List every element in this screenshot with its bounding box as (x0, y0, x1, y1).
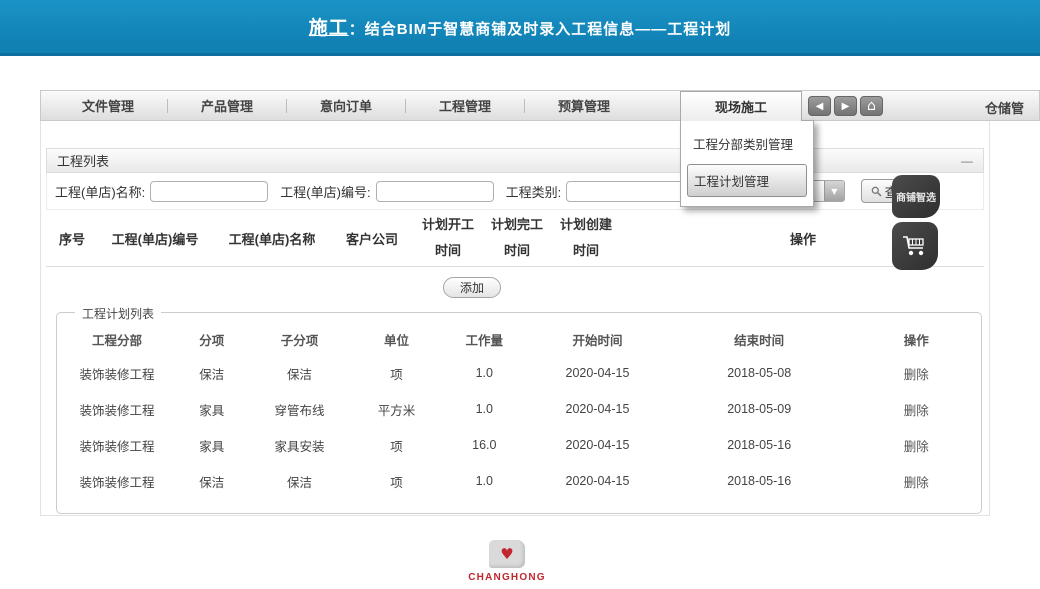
table-row: 装饰装修工程 家具 家具安装 项 16.0 2020-04-15 2018-05… (57, 427, 981, 463)
main-nav: 文件管理 产品管理 意向订单 工程管理 预算管理 (40, 90, 1040, 121)
delete-link[interactable]: 删除 (852, 391, 981, 427)
delete-link[interactable]: 删除 (852, 427, 981, 463)
cell-start-date: 2020-04-15 (528, 391, 667, 427)
project-list-panel-title: 工程列表 (57, 151, 109, 170)
project-filter-bar: 工程(单店)名称: 工程(单店)编号: 工程类别: 是否单店: 请选择 ▼ 查询 (46, 173, 984, 210)
col-header-client-company: 客户公司 (332, 229, 412, 248)
cell-quantity: 1.0 (440, 463, 528, 499)
cell-unit: 项 (353, 355, 441, 391)
col-header-project-name: 工程(单店)名称 (212, 229, 332, 248)
col-header-project-code: 工程(单店)编号 (98, 229, 212, 248)
table-row: 装饰装修工程 保洁 保洁 项 1.0 2020-04-15 2018-05-08… (57, 355, 981, 391)
cell-division: 装饰装修工程 (57, 427, 177, 463)
cell-end-date: 2018-05-09 (667, 391, 852, 427)
plan-col-actions: 操作 (852, 323, 981, 355)
plan-col-division: 工程分部 (57, 323, 177, 355)
nav-scroll-right-icon[interactable]: ▶ (834, 96, 857, 116)
nav-tab-site-construction-active[interactable]: 现场施工 (680, 91, 802, 121)
search-icon (871, 186, 882, 197)
nav-tab-warehouse-mgmt[interactable]: 仓储管 (985, 98, 1024, 117)
cell-start-date: 2020-04-15 (528, 427, 667, 463)
cell-sub-item: 保洁 (246, 463, 352, 499)
cell-item: 家具 (177, 427, 246, 463)
footer-brand: ♥ CHANGHONG (462, 540, 552, 586)
col-header-plan-created: 计划创建 时间 (550, 212, 622, 264)
nav-tab-budget-mgmt[interactable]: 预算管理 (525, 96, 643, 115)
shopping-cart-badge[interactable] (892, 222, 938, 270)
nav-tab-product-mgmt[interactable]: 产品管理 (168, 96, 286, 115)
table-row: 装饰装修工程 家具 穿管布线 平方米 1.0 2020-04-15 2018-0… (57, 391, 981, 427)
nav-tab-project-mgmt[interactable]: 工程管理 (406, 96, 524, 115)
plan-col-end: 结束时间 (667, 323, 852, 355)
cell-end-date: 2018-05-08 (667, 355, 852, 391)
cell-sub-item: 穿管布线 (246, 391, 352, 427)
cell-division: 装饰装修工程 (57, 355, 177, 391)
cell-item: 家具 (177, 391, 246, 427)
menu-item-division-category-mgmt[interactable]: 工程分部类别管理 (687, 126, 807, 164)
cell-unit: 项 (353, 463, 441, 499)
delete-link[interactable]: 删除 (852, 463, 981, 499)
col-header-seq: 序号 (46, 229, 98, 248)
project-list-panel-header: 工程列表 — (46, 148, 984, 173)
table-row: 装饰装修工程 保洁 保洁 项 1.0 2020-04-15 2018-05-16… (57, 463, 981, 499)
cell-quantity: 1.0 (440, 355, 528, 391)
brand-name: CHANGHONG (468, 572, 545, 583)
project-name-label: 工程(单店)名称: (55, 182, 145, 201)
cell-unit: 项 (353, 427, 441, 463)
cell-division: 装饰装修工程 (57, 391, 177, 427)
smart-shop-badge[interactable]: 商铺智选 (892, 175, 940, 218)
col-header-planned-finish: 计划完工 时间 (484, 212, 550, 264)
plan-col-unit: 单位 (353, 323, 441, 355)
page-title-rest: ：结合BIM于智慧商铺及时录入工程信息——工程计划 (349, 21, 732, 38)
cell-start-date: 2020-04-15 (528, 355, 667, 391)
cell-quantity: 1.0 (440, 391, 528, 427)
project-name-input[interactable] (150, 181, 268, 202)
project-category-label: 工程类别: (506, 182, 562, 201)
plan-table-header-row: 工程分部 分项 子分项 单位 工作量 开始时间 结束时间 操作 (57, 323, 981, 355)
cell-division: 装饰装修工程 (57, 463, 177, 499)
project-code-label: 工程(单店)编号: (280, 182, 370, 201)
heart-icon: ♥ (500, 547, 513, 562)
cell-sub-item: 保洁 (246, 355, 352, 391)
nav-tab-file-mgmt[interactable]: 文件管理 (49, 96, 167, 115)
site-construction-dropdown: 工程分部类别管理 工程计划管理 (680, 120, 814, 207)
collapse-panel-icon[interactable]: — (961, 155, 973, 167)
delete-link[interactable]: 删除 (852, 355, 981, 391)
nav-scroll-left-icon[interactable]: ◀ (808, 96, 831, 116)
chevron-down-icon: ▼ (824, 181, 844, 201)
plan-col-item: 分项 (177, 323, 246, 355)
page-title-prefix: 施工 (309, 18, 349, 39)
changhong-logo-icon: ♥ (489, 540, 525, 568)
app-header: 施工：结合BIM于智慧商铺及时录入工程信息——工程计划 (0, 0, 1040, 56)
cell-item: 保洁 (177, 355, 246, 391)
home-icon[interactable]: ⌂ (860, 96, 883, 116)
add-button[interactable]: 添加 (443, 277, 501, 298)
menu-item-plan-mgmt[interactable]: 工程计划管理 (687, 164, 807, 197)
plan-list-section: 工程计划列表 工程分部 分项 子分项 单位 工作量 开始时间 结束时间 操作 装… (56, 312, 982, 514)
cell-start-date: 2020-04-15 (528, 463, 667, 499)
cart-icon (901, 233, 929, 259)
plan-col-quantity: 工作量 (440, 323, 528, 355)
cell-item: 保洁 (177, 463, 246, 499)
cell-end-date: 2018-05-16 (667, 427, 852, 463)
project-category-input[interactable] (566, 181, 684, 202)
page-title: 施工：结合BIM于智慧商铺及时录入工程信息——工程计划 (309, 13, 732, 40)
project-table-header: 序号 工程(单店)编号 工程(单店)名称 客户公司 计划开工 时间 计划完工 时… (46, 210, 984, 267)
cell-sub-item: 家具安装 (246, 427, 352, 463)
cell-unit: 平方米 (353, 391, 441, 427)
cell-end-date: 2018-05-16 (667, 463, 852, 499)
nav-tab-intent-orders[interactable]: 意向订单 (287, 96, 405, 115)
plan-table: 工程分部 分项 子分项 单位 工作量 开始时间 结束时间 操作 装饰装修工程 保… (57, 323, 981, 499)
plan-col-sub-item: 子分项 (246, 323, 352, 355)
plan-col-start: 开始时间 (528, 323, 667, 355)
cell-quantity: 16.0 (440, 427, 528, 463)
plan-list-legend: 工程计划列表 (75, 305, 161, 322)
col-header-planned-start: 计划开工 时间 (412, 212, 484, 264)
project-code-input[interactable] (376, 181, 494, 202)
